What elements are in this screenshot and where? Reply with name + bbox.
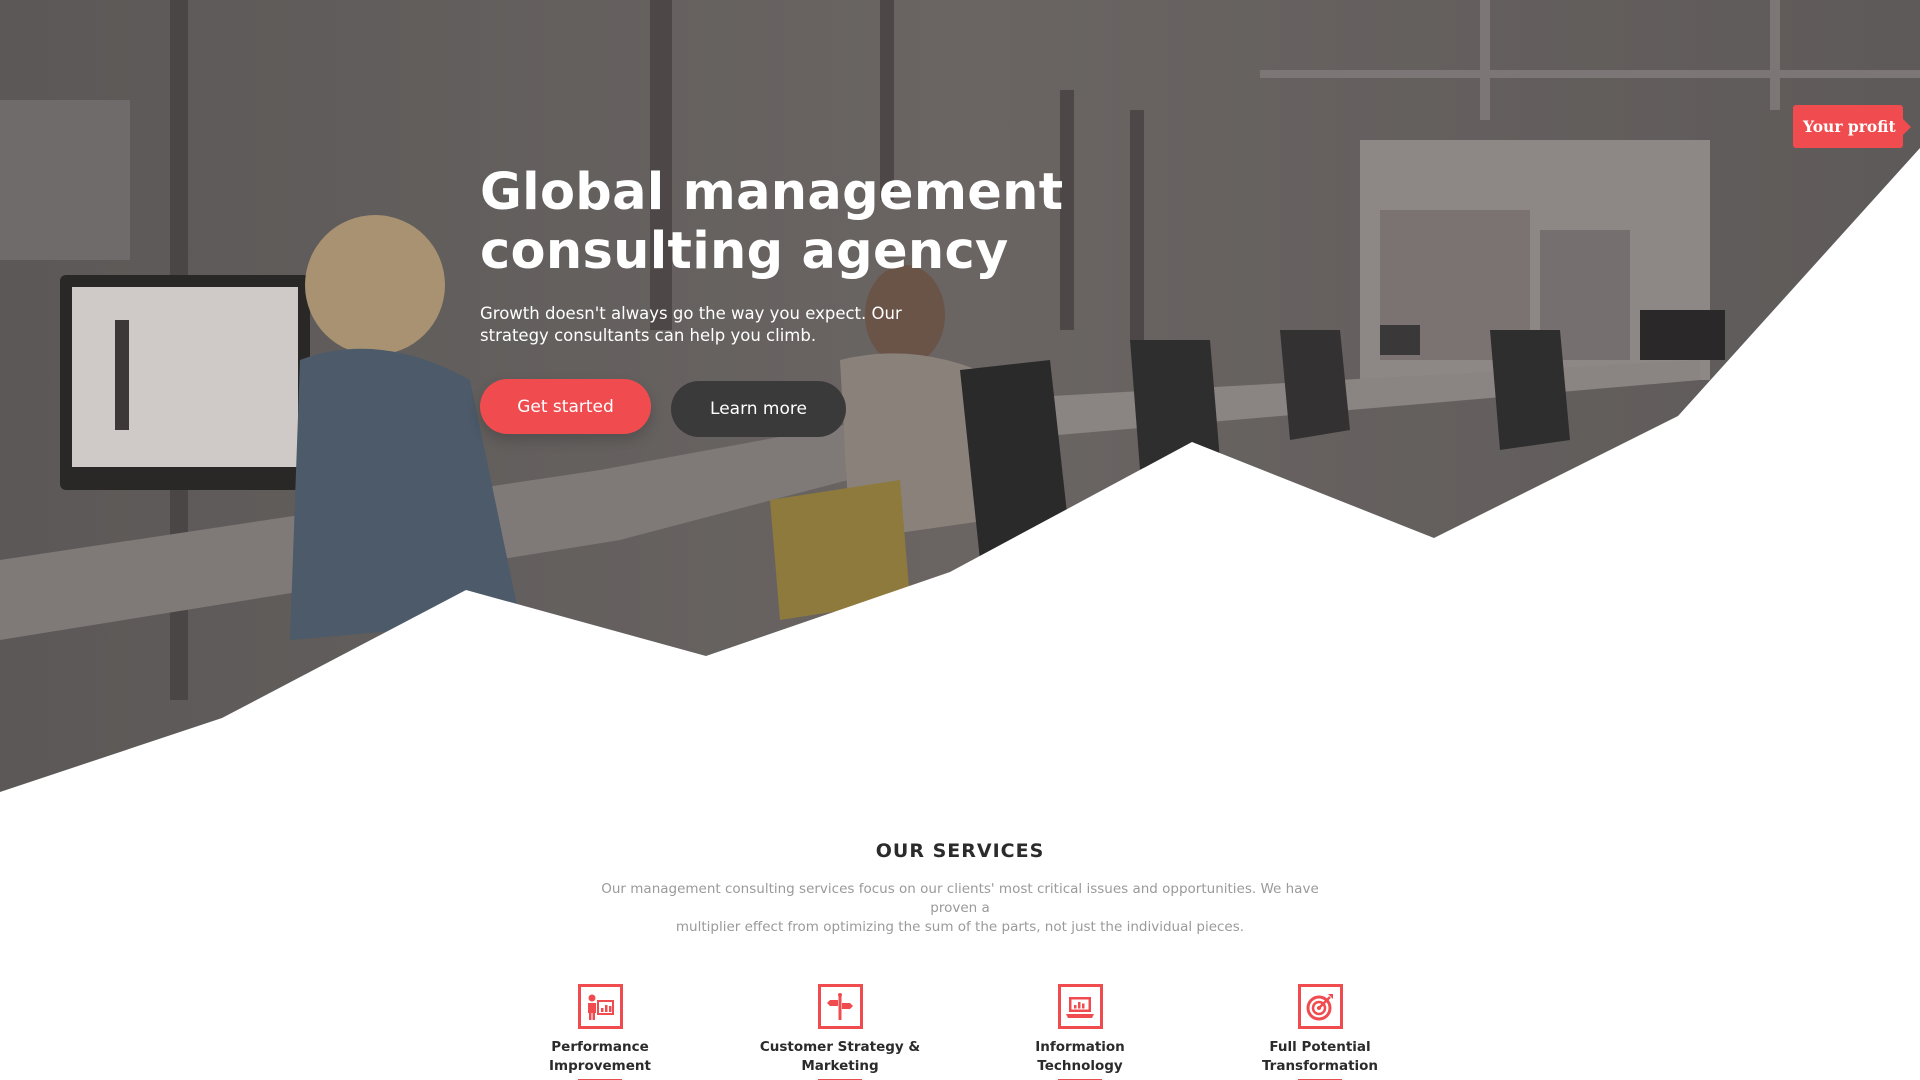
service-label-line: Performance — [551, 1039, 649, 1055]
hero-title-line: consulting agency — [480, 222, 1009, 281]
service-item-performance[interactable]: Performance Improvement — [500, 984, 700, 1080]
your-profit-tag: Your profit — [1793, 105, 1911, 148]
service-label-line: Technology — [1037, 1058, 1123, 1074]
services-description-line: multiplier effect from optimizing the su… — [675, 919, 1245, 935]
service-label-line: Full Potential — [1269, 1039, 1371, 1055]
service-label: Information Technology — [980, 1038, 1180, 1076]
presentation-chart-icon — [577, 984, 623, 1029]
learn-more-button[interactable]: Learn more — [671, 381, 846, 437]
service-item-information-technology[interactable]: Information Technology — [980, 984, 1180, 1080]
hero-content: Global management consulting agency Grow… — [480, 163, 1100, 347]
target-icon — [1297, 984, 1343, 1029]
service-label-line: Marketing — [801, 1058, 879, 1074]
service-label-line: Customer Strategy & — [759, 1039, 921, 1055]
hero-subtitle-line: strategy consultants can help you climb. — [480, 326, 817, 345]
service-label-line: Improvement — [549, 1058, 651, 1074]
service-label-line: Information — [1035, 1039, 1125, 1055]
services-description: Our management consulting services focus… — [580, 880, 1340, 937]
services-heading: OUR SERVICES — [875, 840, 1045, 862]
hero-buttons: Get started Learn more — [480, 379, 900, 437]
service-label: Customer Strategy & Marketing — [740, 1038, 940, 1076]
services-description-line: Our management consulting services focus… — [601, 881, 1319, 916]
service-label-line: Transformation — [1261, 1058, 1379, 1074]
service-label: Performance Improvement — [500, 1038, 700, 1076]
hero-title: Global management consulting agency — [480, 163, 1100, 281]
get-started-button[interactable]: Get started — [480, 379, 651, 434]
signpost-icon — [817, 984, 863, 1029]
hero-background-image — [0, 0, 1920, 800]
service-label: Full Potential Transformation — [1220, 1038, 1420, 1076]
service-item-customer-strategy[interactable]: Customer Strategy & Marketing — [740, 984, 940, 1080]
hero-subtitle: Growth doesn't always go the way you exp… — [480, 303, 920, 347]
service-item-full-potential[interactable]: Full Potential Transformation — [1220, 984, 1420, 1080]
laptop-chart-icon — [1057, 984, 1103, 1029]
hero-title-line: Global management — [480, 163, 1064, 222]
hero-section: Global management consulting agency Grow… — [0, 0, 1920, 800]
services-section: OUR SERVICES Our management consulting s… — [0, 840, 1920, 1080]
hero-subtitle-line: Growth doesn't always go the way you exp… — [480, 304, 902, 323]
